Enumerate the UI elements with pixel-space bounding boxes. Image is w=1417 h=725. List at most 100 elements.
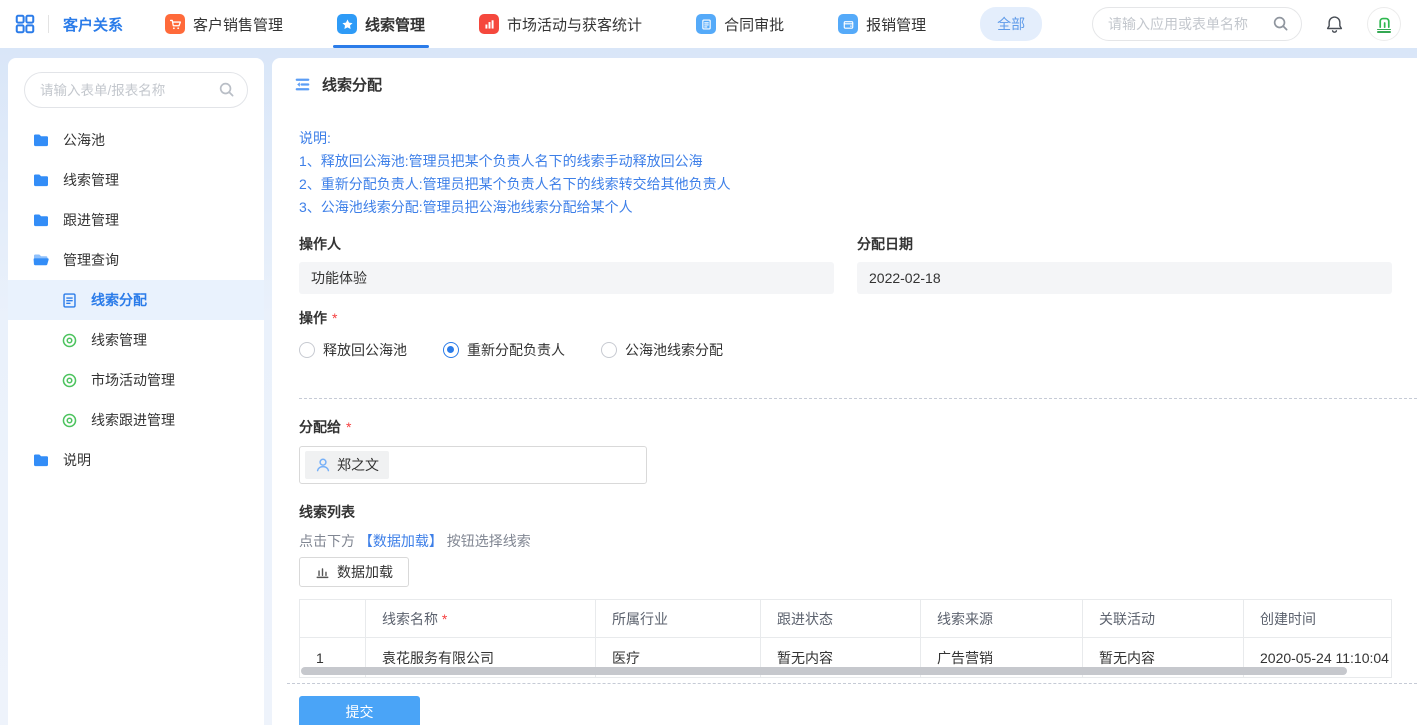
assign-to-label: 分配给	[299, 417, 341, 437]
tab-label: 报销管理	[866, 14, 926, 35]
app-search-input[interactable]	[1092, 7, 1302, 41]
sidebar-item-lead-management[interactable]: 线索管理	[8, 160, 264, 200]
collapse-sidebar-icon[interactable]	[293, 75, 312, 94]
form-search-input[interactable]	[24, 72, 248, 108]
sidebar-item-lead-assignment[interactable]: 线索分配	[8, 280, 264, 320]
sidebar-item-lead-management-report[interactable]: 线索管理	[8, 320, 264, 360]
sidebar-item-label: 市场活动管理	[91, 370, 175, 390]
col-lead-name: 线索名称 *	[366, 600, 596, 638]
hint-suffix: 按钮选择线索	[443, 533, 531, 549]
topbar-divider	[48, 15, 49, 33]
sidebar-item-label: 线索分配	[91, 290, 147, 310]
tab-label: 合同审批	[724, 14, 784, 35]
report-icon	[60, 371, 78, 389]
notification-bell-icon[interactable]	[1324, 14, 1345, 35]
col-lead-source: 线索来源	[921, 600, 1083, 638]
folder-icon	[32, 211, 50, 229]
required-mark: *	[442, 611, 447, 627]
operator-label: 操作人	[299, 234, 834, 254]
bar-chart-icon	[315, 565, 330, 580]
note-line: 1、释放回公海池:管理员把某个负责人名下的线索手动释放回公海	[299, 150, 1392, 173]
cart-icon	[165, 14, 185, 34]
operator-field: 操作人 功能体验	[299, 234, 834, 294]
radio-reassign-owner[interactable]: 重新分配负责人	[443, 340, 565, 360]
tab-label: 市场活动与获客统计	[507, 14, 642, 35]
tab-customer-sales[interactable]: 客户销售管理	[165, 0, 283, 48]
tab-marketing-stats[interactable]: 市场活动与获客统计	[479, 0, 642, 48]
operation-label: 操作	[299, 308, 327, 328]
apps-grid-icon[interactable]	[14, 13, 36, 35]
folder-open-icon	[32, 251, 50, 269]
sidebar-item-public-pool[interactable]: 公海池	[8, 120, 264, 160]
avatar[interactable]	[1367, 7, 1401, 41]
contract-icon	[696, 14, 716, 34]
radio-release-to-pool[interactable]: 释放回公海池	[299, 340, 407, 360]
data-load-label: 数据加载	[337, 562, 393, 582]
col-followup-status: 跟进状态	[761, 600, 921, 638]
assign-date-label: 分配日期	[857, 234, 1392, 254]
radio-label: 公海池线索分配	[625, 340, 723, 360]
form-icon	[60, 291, 78, 309]
workspace-name[interactable]: 客户关系	[63, 14, 123, 35]
tab-label: 线索管理	[365, 14, 425, 35]
radio-pool-lead-assign[interactable]: 公海池线索分配	[601, 340, 723, 360]
search-icon	[218, 81, 235, 101]
sidebar-item-lead-followup-report[interactable]: 线索跟进管理	[8, 400, 264, 440]
horizontal-scrollbar[interactable]	[301, 667, 1347, 675]
col-row-number	[300, 600, 366, 638]
lead-table-wrap: 线索名称 * 所属行业 跟进状态 线索来源 关联活动 创建时间	[299, 599, 1392, 678]
radio-label: 释放回公海池	[323, 340, 407, 360]
instructions-text: 说明: 1、释放回公海池:管理员把某个负责人名下的线索手动释放回公海 2、重新分…	[299, 127, 1392, 219]
radio-icon	[443, 342, 459, 358]
col-industry: 所属行业	[596, 600, 761, 638]
sidebar-item-label: 说明	[63, 450, 91, 470]
col-created-time: 创建时间	[1244, 600, 1392, 638]
avatar-logo-text	[1377, 29, 1391, 33]
tab-expense-management[interactable]: 报销管理	[838, 0, 926, 48]
radio-icon	[299, 342, 315, 358]
bottom-divider	[287, 683, 1417, 684]
member-tag[interactable]: 郑之文	[305, 451, 389, 479]
sidebar-item-followup-management[interactable]: 跟进管理	[8, 200, 264, 240]
sidebar-item-label: 跟进管理	[63, 210, 119, 230]
lead-list-section: 线索列表 点击下方 【数据加载】 按钮选择线索 数据加载	[299, 502, 1392, 678]
app-search	[1092, 7, 1302, 41]
sidebar: 公海池 线索管理 跟进管理 管理查询	[8, 58, 264, 725]
operation-field: 操作 * 释放回公海池 重新分配负责人 公海池线索分配	[299, 308, 1392, 360]
form-body: 说明: 1、释放回公海池:管理员把某个负责人名下的线索手动释放回公海 2、重新分…	[272, 95, 1417, 725]
submit-button[interactable]: 提交	[299, 696, 420, 725]
topbar: 客户关系 客户销售管理 线索管理 市场活动与获客统计	[0, 0, 1417, 48]
sidebar-item-instructions[interactable]: 说明	[8, 440, 264, 480]
sidebar-item-marketing-activity-report[interactable]: 市场活动管理	[8, 360, 264, 400]
data-load-button[interactable]: 数据加载	[299, 557, 409, 587]
stats-icon	[479, 14, 499, 34]
col-related-activity: 关联活动	[1083, 600, 1244, 638]
assign-date-field: 分配日期 2022-02-18	[857, 234, 1392, 294]
star-icon	[337, 14, 357, 34]
tab-lead-management[interactable]: 线索管理	[337, 0, 425, 48]
report-icon	[60, 331, 78, 349]
folder-icon	[32, 131, 50, 149]
sidebar-item-label: 公海池	[63, 130, 105, 150]
person-icon	[315, 457, 331, 473]
sidebar-item-label: 管理查询	[63, 250, 119, 270]
assign-to-field: 分配给 * 郑之文	[299, 417, 1392, 484]
operator-value: 功能体验	[299, 262, 834, 294]
sidebar-item-admin-query[interactable]: 管理查询	[8, 240, 264, 280]
lead-list-label: 线索列表	[299, 502, 1392, 522]
radio-icon	[601, 342, 617, 358]
form-search	[24, 72, 248, 108]
member-name: 郑之文	[337, 455, 379, 475]
sidebar-item-label: 线索管理	[91, 330, 147, 350]
required-mark: *	[332, 310, 337, 326]
report-icon	[60, 411, 78, 429]
tab-contract-approval[interactable]: 合同审批	[696, 0, 784, 48]
table-header-row: 线索名称 * 所属行业 跟进状态 线索来源 关联活动 创建时间	[300, 600, 1392, 638]
all-apps-pill[interactable]: 全部	[980, 7, 1042, 41]
expense-icon	[838, 14, 858, 34]
assign-date-value: 2022-02-18	[857, 262, 1392, 294]
member-picker[interactable]: 郑之文	[299, 446, 647, 484]
page-body: 公海池 线索管理 跟进管理 管理查询	[0, 48, 1417, 725]
search-icon	[1272, 15, 1289, 35]
section-divider	[299, 398, 1417, 399]
